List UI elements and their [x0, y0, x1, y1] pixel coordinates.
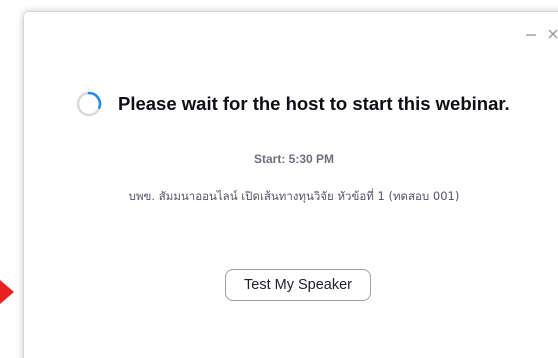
waiting-title: Please wait for the host to start this w… [118, 93, 510, 114]
minimize-button[interactable] [520, 24, 542, 44]
close-button[interactable] [542, 24, 558, 44]
minimize-icon [526, 29, 536, 39]
start-time: Start: 5:30 PM [253, 152, 335, 166]
screen: Please wait for the host to start this w… [0, 0, 558, 358]
window-controls [520, 24, 558, 44]
close-icon [548, 29, 558, 39]
test-speaker-button[interactable]: Test My Speaker [225, 269, 371, 301]
loading-spinner-icon [75, 90, 103, 118]
webinar-topic: บพข. สัมมนาออนไลน์ เปิดเส้นทางทุนวิจัย ห… [128, 189, 460, 203]
waiting-message-row: Please wait for the host to start this w… [75, 90, 510, 118]
webinar-waiting-window: Please wait for the host to start this w… [24, 12, 558, 358]
pointer-arrow-icon [0, 280, 14, 304]
